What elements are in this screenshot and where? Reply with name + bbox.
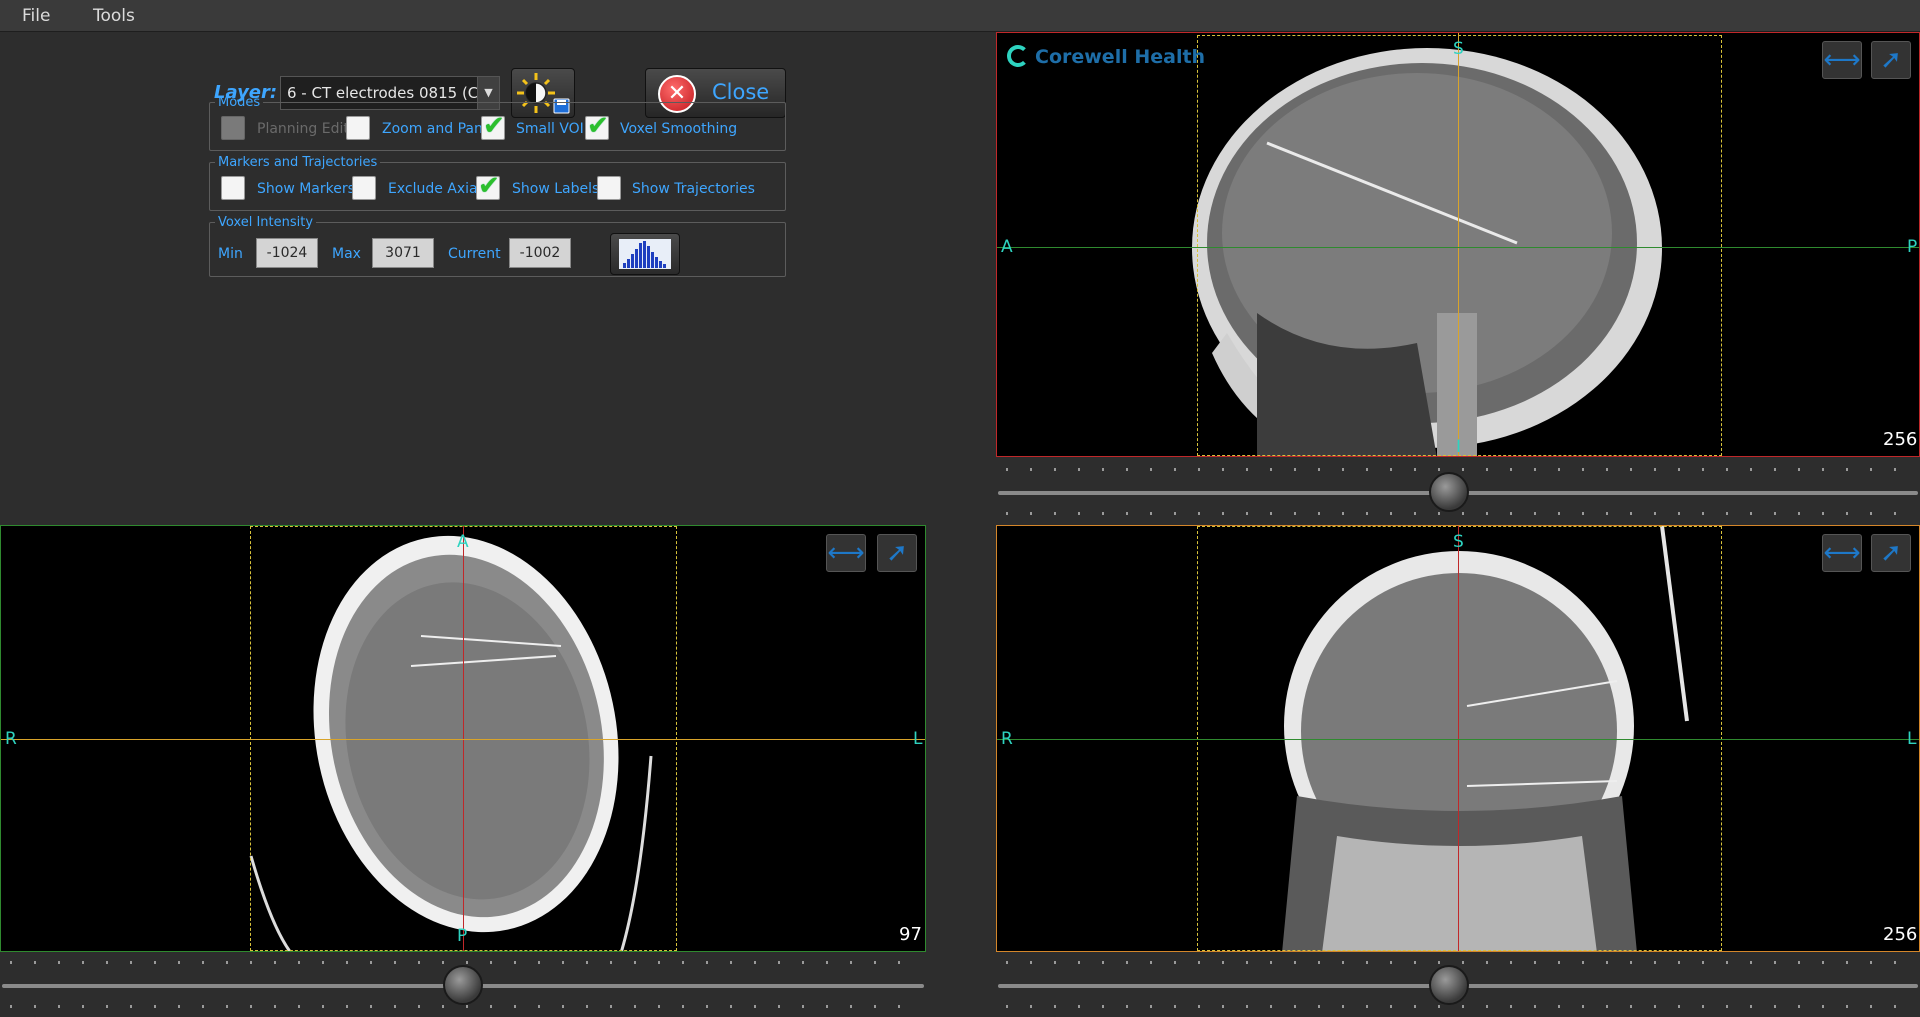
slider-thumb[interactable]: [443, 965, 483, 1005]
slider-thumb[interactable]: [1429, 965, 1469, 1005]
popout-arrow-icon[interactable]: ➚: [877, 534, 917, 572]
popout-arrow-icon[interactable]: ➚: [1871, 41, 1911, 79]
orientation-superior: S: [1453, 532, 1464, 552]
expand-horizontal-icon[interactable]: ⟷: [826, 534, 866, 572]
histogram-icon: [619, 239, 671, 269]
axial-horizontal-crosshair: [1, 739, 925, 740]
orientation-posterior: P: [1907, 237, 1918, 257]
modes-legend: Modes: [218, 95, 261, 110]
coronal-slice-number: 256: [1883, 924, 1918, 945]
slider-ticks-top: [1006, 961, 1910, 964]
slider-ticks-top: [1006, 468, 1910, 471]
min-label: Min: [218, 246, 243, 262]
show-labels-checkbox[interactable]: [476, 171, 500, 201]
slider-thumb[interactable]: [1429, 472, 1469, 512]
popout-arrow-icon[interactable]: ➚: [1871, 534, 1911, 572]
slider-ticks-bottom: [10, 1005, 916, 1008]
exclude-axial-label: Exclude Axial: [388, 181, 482, 197]
current-value-field: -1002: [509, 238, 571, 268]
voxel-smoothing-label: Voxel Smoothing: [620, 121, 738, 137]
small-voi-checkbox[interactable]: [481, 111, 505, 141]
menu-bar: File Tools: [0, 0, 1920, 32]
orientation-right: R: [1001, 729, 1013, 749]
coronal-slice-slider[interactable]: [998, 955, 1918, 1017]
show-labels-label: Show Labels: [512, 181, 600, 197]
sagittal-viewport[interactable]: Corewell Health S I A P ⟷ ➚ 256: [996, 32, 1920, 457]
orientation-posterior: P: [457, 926, 468, 946]
slider-ticks-bottom: [1006, 1005, 1910, 1008]
zoom-pan-label: Zoom and Pan: [382, 121, 483, 137]
voxel-smoothing-checkbox[interactable]: [585, 111, 609, 141]
current-label: Current: [448, 246, 501, 262]
exclude-axial-checkbox[interactable]: [352, 176, 376, 200]
max-label: Max: [332, 246, 361, 262]
show-markers-checkbox[interactable]: [221, 176, 245, 200]
max-value-field[interactable]: 3071: [372, 238, 434, 268]
coronal-horizontal-crosshair: [997, 739, 1919, 740]
orientation-inferior: I: [1456, 437, 1462, 457]
zoom-pan-checkbox[interactable]: [346, 116, 370, 140]
sagittal-vertical-crosshair: [1458, 33, 1459, 456]
min-value-field[interactable]: -1024: [256, 238, 318, 268]
menu-tools[interactable]: Tools: [93, 6, 135, 26]
expand-horizontal-icon[interactable]: ⟷: [1822, 534, 1862, 572]
histogram-button[interactable]: [610, 233, 680, 275]
show-trajectories-checkbox[interactable]: [597, 176, 621, 200]
orientation-right: R: [5, 729, 17, 749]
sagittal-slice-slider[interactable]: [998, 462, 1918, 524]
slider-ticks-top: [10, 961, 916, 964]
axial-slice-slider[interactable]: [2, 955, 924, 1017]
sagittal-voi-box: [1197, 35, 1722, 456]
expand-horizontal-icon[interactable]: ⟷: [1822, 41, 1862, 79]
orientation-left: L: [913, 729, 923, 749]
markers-legend: Markers and Trajectories: [218, 155, 378, 170]
sagittal-slice-number: 256: [1883, 429, 1918, 450]
menu-file[interactable]: File: [22, 6, 50, 26]
planning-edit-label: Planning Edit: [257, 121, 349, 137]
axial-viewport[interactable]: A P R L ⟷ ➚ 97: [0, 525, 926, 952]
planning-edit-checkbox[interactable]: [221, 116, 245, 140]
show-trajectories-label: Show Trajectories: [632, 181, 755, 197]
orientation-anterior: A: [457, 532, 469, 552]
corewell-health-logo: Corewell Health: [1007, 45, 1205, 68]
sagittal-horizontal-crosshair: [997, 247, 1919, 248]
orientation-left: L: [1907, 729, 1917, 749]
coronal-viewport[interactable]: S R L ⟷ ➚ 256: [996, 525, 1920, 952]
control-panel: Layer: 6 - CT electrodes 0815 (CT) ▼ ✕ C…: [0, 32, 995, 524]
orientation-anterior: A: [1001, 237, 1013, 257]
voxel-intensity-legend: Voxel Intensity: [218, 215, 314, 230]
show-markers-label: Show Markers: [257, 181, 355, 197]
orientation-superior: S: [1453, 39, 1464, 59]
small-voi-label: Small VOI: [516, 121, 584, 137]
slider-ticks-bottom: [1006, 512, 1910, 515]
axial-slice-number: 97: [899, 924, 922, 945]
